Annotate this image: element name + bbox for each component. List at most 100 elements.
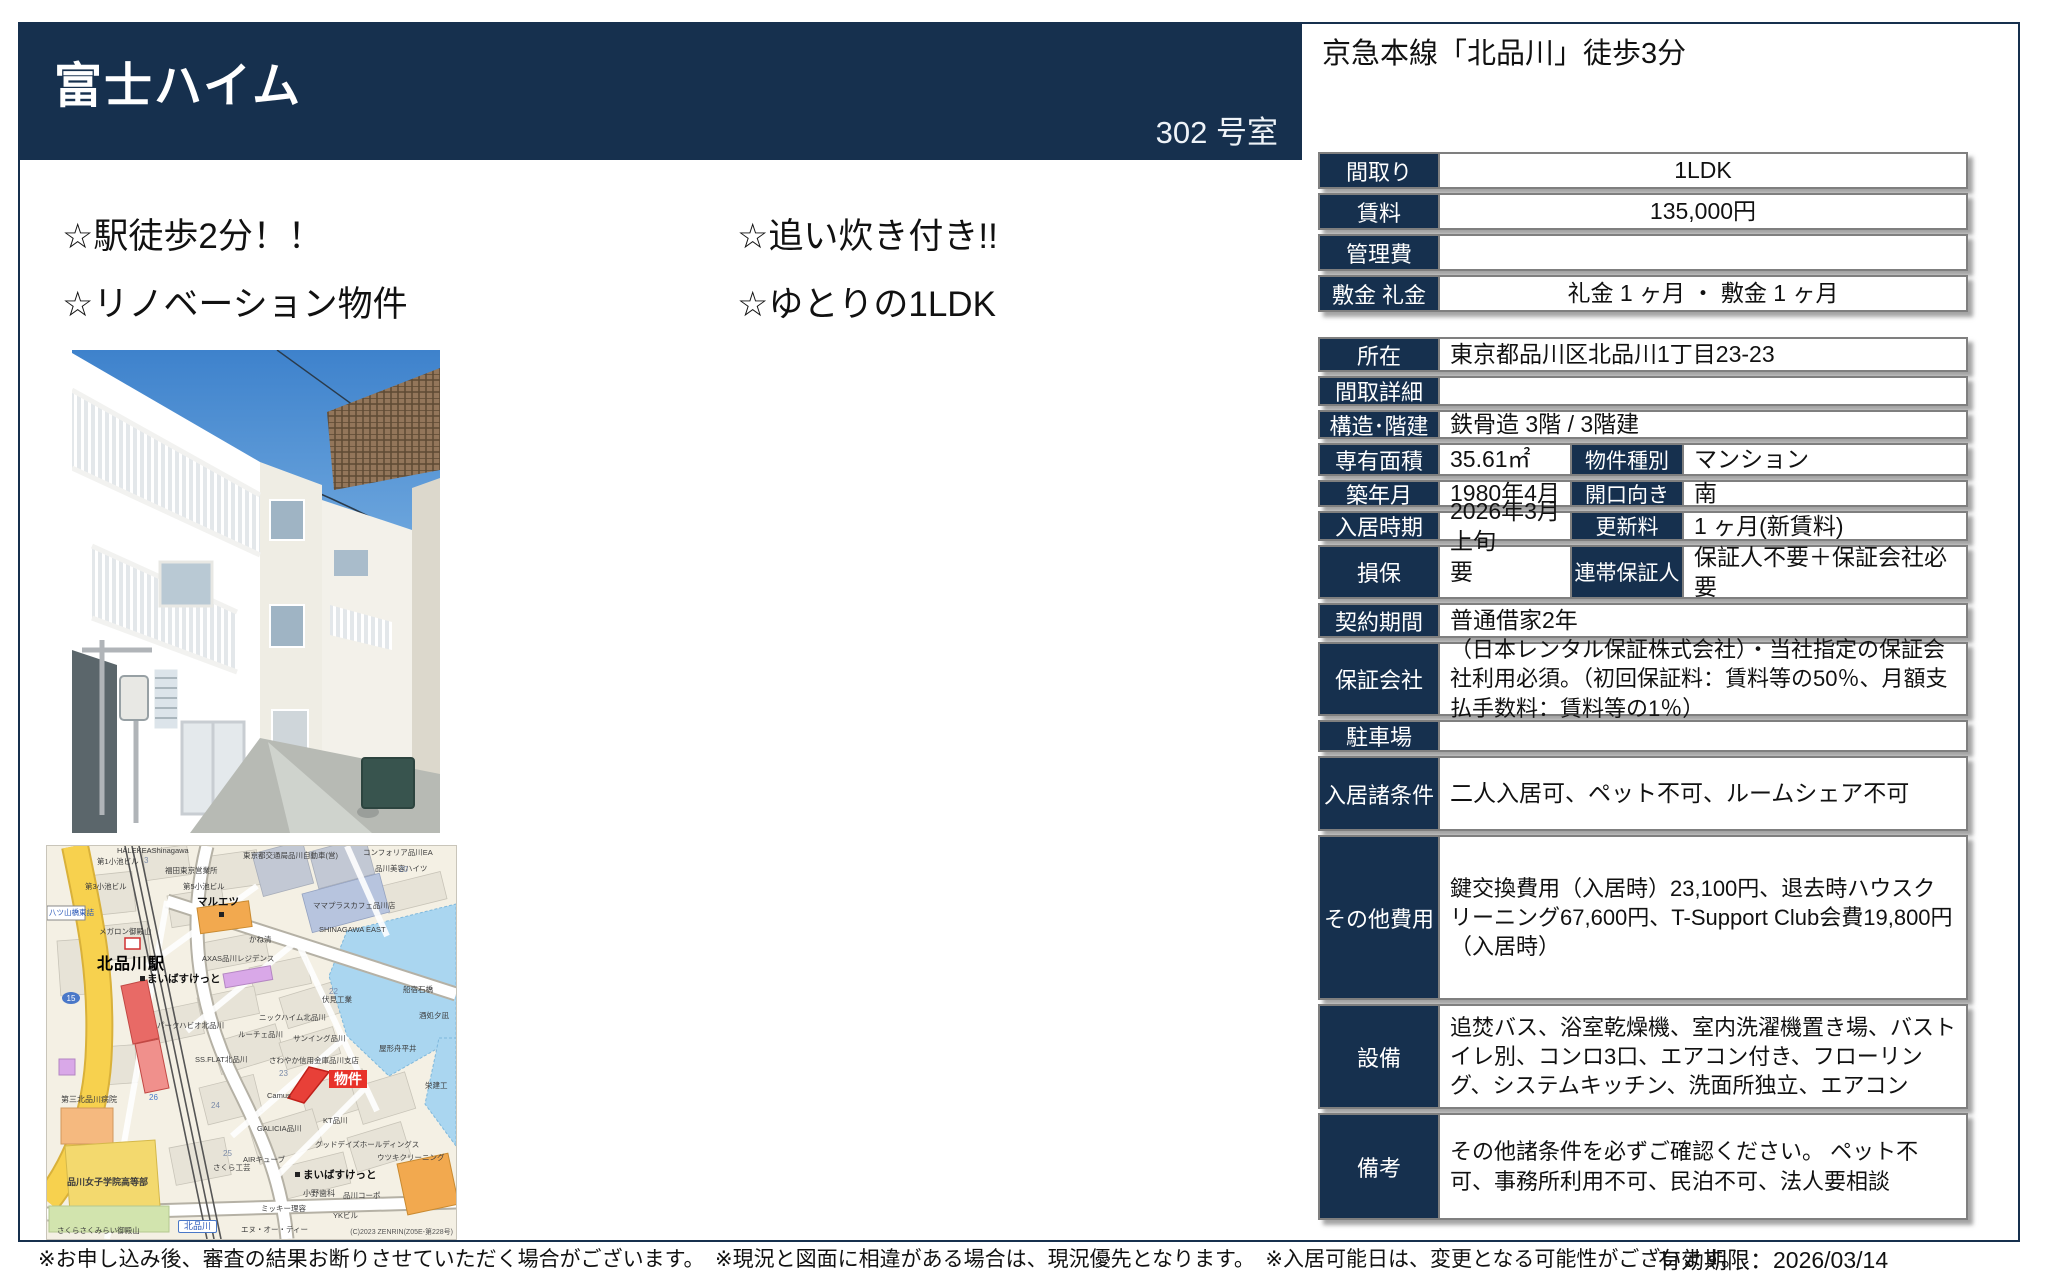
table-row: 間取詳細 <box>1318 376 1968 406</box>
rail-access: 京急本線「北品川」徒歩3分 <box>1322 30 1686 72</box>
row-label: 駐車場 <box>1320 722 1438 750</box>
map-label: Camus <box>267 1092 291 1100</box>
map-block-number: 25 <box>223 1150 232 1158</box>
map-label: さくらさくみらい御殿山 <box>57 1227 140 1235</box>
map-label: まいばすけっと <box>147 974 221 985</box>
map-block-number: 23 <box>279 1070 288 1078</box>
map-label: 八ツ山橋東詰 <box>49 909 94 917</box>
map-block-number: 24 <box>211 1102 220 1110</box>
row-value: 2026年3月上旬 <box>1438 513 1570 539</box>
map-label: ママプラスカフェ品川店 <box>313 902 395 910</box>
row-label: 連帯保証人 <box>1570 547 1682 597</box>
map-label: SHINAGAWA EAST <box>319 926 386 934</box>
map-label: ニックハイム北品川 <box>259 1014 326 1022</box>
row-value: 要 <box>1438 547 1570 597</box>
table-row: 専有面積 35.61㎡ 物件種別 マンション <box>1318 443 1968 476</box>
map-label: AXAS品川レジデンス <box>202 955 274 963</box>
map-property-marker: 物件 <box>329 1070 367 1088</box>
row-label: 入居諸条件 <box>1320 758 1438 829</box>
row-label: その他費用 <box>1320 837 1438 998</box>
row-value: マンション <box>1682 445 1966 474</box>
row-value: 保証人不要＋保証会社必要 <box>1682 547 1966 597</box>
row-value: 鍵交換費用（入居時）23,100円、退去時ハウスクリーニング67,600円、T-… <box>1438 837 1966 998</box>
row-label: 間取り <box>1320 154 1438 187</box>
table-row: 入居諸条件 二人入居可、ペット不可、ルームシェア不可 <box>1318 756 1968 831</box>
map-label: 酒処夕凪 <box>419 1012 449 1020</box>
property-header: 富士ハイム 302 号室 <box>18 22 1302 160</box>
feature-2: ☆追い炊き付き!! <box>737 208 998 259</box>
map-label: KT品川 <box>323 1117 348 1125</box>
summary-table: 間取り 1LDK 賃料 135,000円 管理費 敷金 礼金 礼金 1 ヶ月 ・… <box>1318 152 1968 316</box>
row-value: 鉄骨造 3階 / 3階建 <box>1438 412 1966 437</box>
map-label: 第三北品川病院 <box>61 1096 117 1104</box>
map-label: ウツキクリーニング <box>377 1154 445 1162</box>
property-name: 富士ハイム <box>54 46 302 116</box>
map-label: マルエツ <box>197 897 239 908</box>
footer-expiry: 有効期限：2026/03/14 <box>1658 1241 1888 1275</box>
row-label: 築年月 <box>1320 482 1438 505</box>
table-row: 契約期間 普通借家2年 <box>1318 603 1968 638</box>
row-label: 保証会社 <box>1320 644 1438 714</box>
table-row: 備考 その他諸条件を必ずご確認ください。 ペット不可、事務所利用不可、民泊不可、… <box>1318 1113 1968 1220</box>
map-label: ミッキー理容 <box>261 1205 306 1213</box>
table-row: 損保 要 連帯保証人 保証人不要＋保証会社必要 <box>1318 545 1968 599</box>
row-label: 物件種別 <box>1570 445 1682 474</box>
map-label: 小野歯科 <box>303 1190 335 1198</box>
row-label: 敷金 礼金 <box>1320 277 1438 310</box>
row-value: 普通借家2年 <box>1438 605 1966 636</box>
map-road-sign: 北品川 <box>178 1220 217 1233</box>
map-label: 屋形舟平井 <box>379 1045 417 1053</box>
map-label: 船宿石橋 <box>403 986 433 994</box>
table-row: 構造･階建 鉄骨造 3階 / 3階建 <box>1318 410 1968 439</box>
map-label: ルーチェ品川 <box>238 1031 283 1039</box>
footer-disclaimer: ※お申し込み後、審査の結果お断りさせていただく場合がございます。 ※現況と図面に… <box>38 1243 1742 1273</box>
map-label: SS.FLAT北品川 <box>195 1056 247 1064</box>
row-value: 東京都品川区北品川1丁目23-23 <box>1438 339 1966 370</box>
row-label: 構造･階建 <box>1320 412 1438 437</box>
svg-text:15: 15 <box>67 994 76 1003</box>
row-label: 更新料 <box>1570 513 1682 539</box>
row-label: 所在 <box>1320 339 1438 370</box>
feature-1: ☆駅徒歩2分！！ <box>62 208 323 259</box>
map-label: 栄建工 <box>425 1082 448 1090</box>
map-attribution: (C)2023 ZENRIN(Z05E-第228号) <box>350 1227 453 1237</box>
table-row: 設備 追焚バス、浴室乾燥機、室内洗濯機置き場、バストイレ別、コンロ3口、エアコン… <box>1318 1004 1968 1109</box>
location-map: 15 HALEKEAShinagawa 東京都交通局品川自動車(営) コンフォリ… <box>46 845 457 1240</box>
row-value <box>1438 722 1966 750</box>
row-value: （日本レンタル保証株式会社）・当社指定の保証会社利用必須。（初回保証料：賃料等の… <box>1438 644 1966 714</box>
row-label: 賃料 <box>1320 195 1438 228</box>
table-row: 間取り 1LDK <box>1318 152 1968 189</box>
table-row: 入居時期 2026年3月上旬 更新料 1 ヶ月(新賃料) <box>1318 511 1968 541</box>
row-value: 1 ヶ月(新賃料) <box>1682 513 1966 539</box>
map-label: サンイング品川 <box>293 1035 346 1043</box>
map-label: エヌ・オー・ティー <box>241 1226 308 1234</box>
map-label: コンフォリア品川EA <box>363 849 433 857</box>
row-value <box>1438 378 1966 404</box>
map-label: 東京都交通局品川自動車(営) <box>243 852 338 860</box>
map-label: まいばすけっと <box>303 1170 377 1181</box>
map-label: 品川女子学院高等部 <box>67 1178 148 1187</box>
map-label: さわやか信用金庫品川支店 <box>269 1057 359 1065</box>
map-label: かね清 <box>249 936 272 944</box>
row-value: 35.61㎡ <box>1438 445 1570 474</box>
row-value: その他諸条件を必ずご確認ください。 ペット不可、事務所利用不可、民泊不可、法人要… <box>1438 1115 1966 1218</box>
map-block-number: 22 <box>329 988 338 996</box>
map-label: 福田東京営業所 <box>165 867 218 875</box>
detail-table: 所在 東京都品川区北品川1丁目23-23 間取詳細 構造･階建 鉄骨造 3階 /… <box>1318 337 1968 1224</box>
row-label: 管理費 <box>1320 236 1438 269</box>
map-station-label: 北品川駅 <box>97 950 165 974</box>
row-label: 入居時期 <box>1320 513 1438 539</box>
map-label: 伏見工業 <box>322 996 352 1004</box>
map-block-number: 26 <box>149 1094 158 1102</box>
map-label: 第3小池ビル <box>85 883 127 891</box>
feature-3: ☆リノベーション物件 <box>62 276 408 327</box>
table-row: 敷金 礼金 礼金 1 ヶ月 ・ 敷金 1 ヶ月 <box>1318 275 1968 312</box>
row-label: 専有面積 <box>1320 445 1438 474</box>
row-value: 二人入居可、ペット不可、ルームシェア不可 <box>1438 758 1966 829</box>
store-icon <box>295 1172 300 1177</box>
row-label: 損保 <box>1320 547 1438 597</box>
table-row: 築年月 1980年4月 開口向き 南 <box>1318 480 1968 507</box>
row-value: 追焚バス、浴室乾燥機、室内洗濯機置き場、バストイレ別、コンロ3口、エアコン付き、… <box>1438 1006 1966 1107</box>
map-label: 品川コーポ <box>343 1192 381 1200</box>
table-row: 賃料 135,000円 <box>1318 193 1968 230</box>
